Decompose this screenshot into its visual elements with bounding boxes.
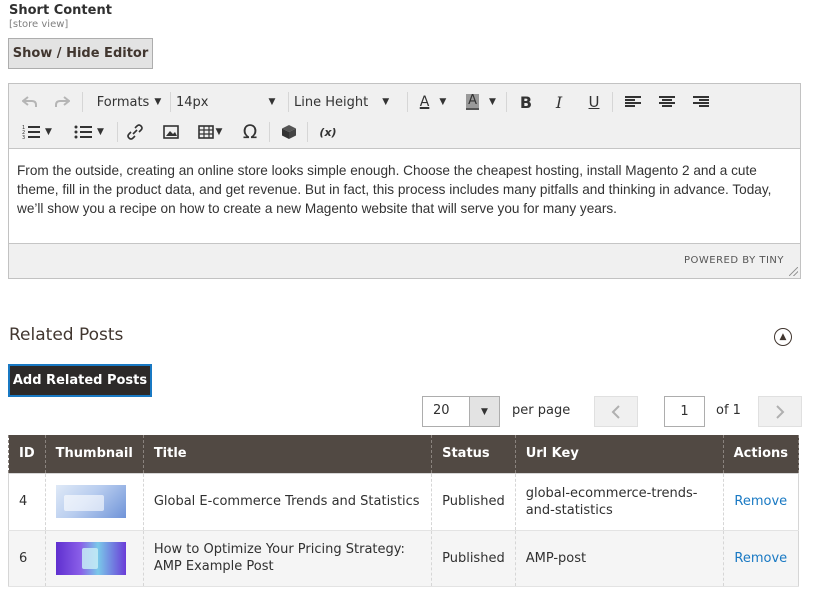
font-size-dropdown[interactable]: 14px ▼	[175, 87, 287, 117]
cell-title: How to Optimize Your Pricing Strategy: A…	[142, 530, 433, 587]
column-header-actions: Actions	[722, 435, 800, 473]
chevron-left-icon	[611, 404, 620, 419]
undo-icon[interactable]	[17, 87, 43, 117]
cell-actions: Remove	[722, 530, 800, 587]
post-thumbnail	[55, 541, 126, 575]
related-posts-grid: ID Thumbnail Title Status Url Key Action…	[8, 435, 800, 587]
cell-thumbnail	[44, 530, 144, 587]
wysiwyg-editor: Formats ▼ 14px ▼ Line Height ▼ A ▼ A ▼ B I U	[8, 83, 801, 279]
numbered-list-icon[interactable]: 123 ▼	[17, 117, 57, 147]
formats-label: Formats	[96, 94, 150, 110]
cell-actions: Remove	[722, 473, 800, 531]
remove-link[interactable]: Remove	[734, 494, 787, 509]
cell-thumbnail	[44, 473, 144, 531]
per-page-select[interactable]: 20 ▼	[422, 396, 500, 427]
line-height-dropdown[interactable]: Line Height ▼	[294, 87, 404, 117]
table-row: 6 How to Optimize Your Pricing Strategy:…	[8, 530, 800, 587]
align-right-icon[interactable]	[687, 87, 715, 117]
remove-link[interactable]: Remove	[734, 551, 787, 566]
add-related-posts-button[interactable]: Add Related Posts	[8, 364, 152, 397]
align-center-icon[interactable]	[653, 87, 681, 117]
align-left-icon[interactable]	[619, 87, 647, 117]
cell-id: 6	[8, 530, 46, 587]
column-header-status[interactable]: Status	[431, 435, 516, 473]
underline-button[interactable]: U	[580, 87, 608, 117]
cell-status: Published	[431, 530, 516, 587]
widget-icon[interactable]	[274, 117, 304, 147]
editor-statusbar: POWERED BY TINY	[9, 243, 800, 278]
chevron-down-icon: ▼	[382, 97, 390, 107]
cell-status: Published	[431, 473, 516, 531]
collapse-chevron-up-icon[interactable]: ▲	[774, 328, 792, 346]
chevron-down-icon: ▼	[268, 97, 276, 107]
font-size-value: 14px	[176, 94, 209, 110]
special-character-icon[interactable]: Ω	[235, 117, 265, 147]
redo-icon[interactable]	[49, 87, 75, 117]
editor-toolbar: Formats ▼ 14px ▼ Line Height ▼ A ▼ A ▼ B I U	[9, 84, 800, 149]
cell-url-key: AMP-post	[514, 530, 724, 587]
table-icon[interactable]: ▼	[192, 117, 228, 147]
text-color-button[interactable]: A ▼	[413, 87, 453, 117]
store-view-scope: [store view]	[9, 19, 69, 30]
table-row: 4 Global E-commerce Trends and Statistic…	[8, 473, 800, 531]
chevron-down-icon: ▼	[45, 127, 52, 137]
chevron-down-icon: ▼	[97, 127, 104, 137]
formats-dropdown[interactable]: Formats ▼	[89, 87, 169, 117]
current-page-input[interactable]: 1	[664, 396, 705, 427]
cell-title: Global E-commerce Trends and Statistics	[142, 473, 433, 531]
post-thumbnail	[55, 485, 126, 518]
per-page-label: per page	[512, 403, 571, 418]
chevron-down-icon: ▼	[154, 97, 162, 107]
editor-content[interactable]: From the outside, creating an online sto…	[9, 149, 800, 244]
link-icon[interactable]	[121, 117, 149, 147]
next-page-button[interactable]	[758, 396, 802, 427]
cell-url-key: global-ecommerce-trends-and-statistics	[514, 473, 724, 531]
column-header-id[interactable]: ID	[8, 435, 46, 473]
font-color-icon: A	[419, 94, 430, 110]
short-content-label: Short Content	[9, 3, 112, 18]
chevron-down-icon[interactable]: ▼	[469, 397, 499, 426]
line-height-label: Line Height	[294, 94, 369, 110]
powered-by-tiny[interactable]: POWERED BY TINY	[684, 255, 784, 266]
resize-handle-icon[interactable]	[789, 267, 798, 276]
image-icon[interactable]	[157, 117, 185, 147]
insert-variable-button[interactable]: (x)	[313, 117, 343, 147]
bullet-list-icon[interactable]: ▼	[64, 117, 114, 147]
background-color-icon: A	[466, 93, 479, 110]
chevron-down-icon: ▼	[215, 127, 223, 137]
bold-button[interactable]: B	[512, 87, 540, 117]
total-pages-label: of 1	[716, 403, 741, 418]
previous-page-button[interactable]	[594, 396, 638, 427]
per-page-value: 20	[433, 403, 450, 418]
column-header-url-key[interactable]: Url Key	[514, 435, 724, 473]
cell-id: 4	[8, 473, 46, 531]
chevron-down-icon: ▼	[488, 97, 496, 107]
column-header-title[interactable]: Title	[142, 435, 433, 473]
show-hide-editor-button[interactable]: Show / Hide Editor	[8, 38, 153, 69]
background-color-button[interactable]: A ▼	[459, 87, 503, 117]
related-posts-title: Related Posts	[9, 325, 124, 345]
italic-button[interactable]: I	[545, 87, 573, 117]
svg-text:3: 3	[22, 135, 25, 139]
column-header-thumbnail[interactable]: Thumbnail	[44, 435, 144, 473]
chevron-down-icon: ▼	[439, 97, 447, 107]
chevron-right-icon	[776, 404, 785, 419]
